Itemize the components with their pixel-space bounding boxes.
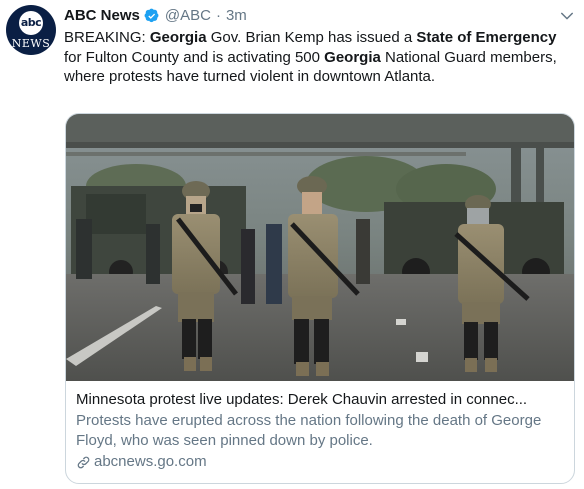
timestamp[interactable]: 3m [226, 7, 247, 24]
link-card[interactable]: Minnesota protest live updates: Derek Ch… [65, 113, 575, 484]
tweet-text-segment: Georgia [149, 29, 207, 46]
tweet-text-segment: State of Emergency [416, 29, 557, 46]
avatar-news-text: NEWS [11, 36, 51, 50]
tweet-text-segment: Georgia [324, 48, 381, 66]
link-icon [77, 456, 90, 468]
chevron-down-icon[interactable] [558, 7, 576, 25]
author-handle[interactable]: @ABC [165, 7, 211, 24]
author-name[interactable]: ABC News [64, 7, 140, 24]
card-image [66, 114, 574, 381]
card-domain[interactable]: abcnews.go.com [76, 452, 564, 472]
verified-badge-icon [144, 8, 159, 22]
abc-logo: abc [19, 10, 43, 35]
card-description: Protests have erupted across the nation … [76, 412, 542, 449]
tweet-header: ABC News @ABC · 3m [64, 7, 247, 24]
tweet-text-segment: Gov. Brian Kemp has issued a [206, 29, 417, 46]
avatar[interactable]: abc NEWS [6, 5, 56, 55]
card-title[interactable]: Minnesota protest live updates: Derek Ch… [76, 390, 564, 410]
tweet-text-segment: for Fulton County and is activating 500 [64, 48, 325, 66]
tweet-text-segment: BREAKING: [64, 29, 150, 46]
tweet-text: BREAKING: Georgia Gov. Brian Kemp has is… [64, 28, 574, 87]
separator-dot: · [215, 7, 221, 24]
card-info: Minnesota protest live updates: Derek Ch… [66, 381, 574, 472]
card-domain-text: abcnews.go.com [94, 453, 207, 470]
